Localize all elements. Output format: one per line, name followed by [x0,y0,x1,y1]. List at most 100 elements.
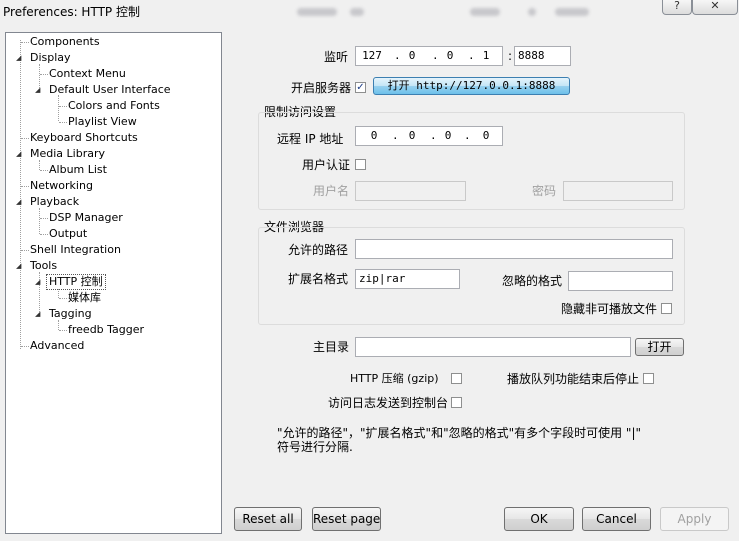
tree-item-tagging[interactable]: Tagging [49,307,92,321]
cancel-button[interactable]: Cancel [582,507,651,531]
tree-line [58,320,59,330]
tree-line [59,330,67,331]
password-label: 密码 [532,184,557,198]
ip-octet: 0 [370,129,378,142]
expand-arrow-icon[interactable]: ◢ [35,307,40,321]
enable-server-checkbox[interactable]: ✓ [355,82,366,93]
gzip-label: HTTP 压缩 (gzip) [350,372,439,385]
tree-item-display[interactable]: Display [30,51,71,65]
auth-label: 用户认证 [302,158,351,172]
listen-ip-field[interactable]: 127 . 0 . 0 . 1 [355,46,503,66]
tree-item-album-list[interactable]: Album List [49,163,107,177]
tree-item-keyboard-shortcuts[interactable]: Keyboard Shortcuts [30,131,138,145]
tree-line [40,234,48,235]
port-field[interactable]: 8888 [514,46,571,66]
ip-octet: 0 [408,129,416,142]
tree-line [40,170,48,171]
tree-item-advanced[interactable]: Advanced [30,339,84,353]
tree-item-shell-integration[interactable]: Shell Integration [30,243,121,257]
tree-item-networking[interactable]: Networking [30,179,93,193]
tree-item-output[interactable]: Output [49,227,87,241]
ip-octet: 127 [362,49,382,62]
blurred-title-region [470,8,500,16]
open-url-button[interactable]: 打开 http://127.0.0.1:8888 [373,77,570,95]
close-icon: ✕ [710,0,720,12]
enable-server-label: 开启服务器 [291,81,352,95]
allowed-paths-field[interactable] [355,239,673,259]
open-home-dir-button[interactable]: 打开 [635,338,684,356]
preferences-tree[interactable]: Components ◢ Display Context Menu ◢ Defa… [5,32,222,534]
username-field[interactable] [355,181,466,201]
title-bar: Preferences: HTTP 控制 ? ✕ [0,0,739,24]
tree-line [21,346,29,347]
listen-label: 监听 [324,50,349,64]
extensions-label: 扩展名格式 [288,272,349,286]
help-icon: ? [674,0,680,12]
ip-octet: 0 [408,49,416,62]
tree-line [58,288,59,298]
tree-item-playback[interactable]: Playback [30,195,79,209]
tree-item-colors-and-fonts[interactable]: Colors and Fonts [68,99,160,113]
reset-page-button[interactable]: Reset page [312,507,381,531]
apply-button[interactable]: Apply [660,507,729,531]
tree-line [40,218,48,219]
log-console-checkbox[interactable] [451,397,462,408]
tree-item-playlist-view[interactable]: Playlist View [68,115,137,129]
tree-item-context-menu[interactable]: Context Menu [49,67,126,81]
stop-after-queue-checkbox[interactable] [643,373,654,384]
password-field[interactable] [563,181,673,201]
stop-after-queue-label: 播放队列功能结束后停止 [507,372,640,386]
tree-item-tools[interactable]: Tools [30,259,57,273]
tree-item-dsp-manager[interactable]: DSP Manager [49,211,123,225]
tree-line [39,160,40,170]
tree-line [21,138,29,139]
expand-arrow-icon[interactable]: ◢ [16,259,21,273]
tree-item-media-library-http[interactable]: 媒体库 [68,291,101,305]
expand-arrow-icon[interactable]: ◢ [16,51,21,65]
ip-octet: 0 [444,129,452,142]
tree-item-default-user-interface[interactable]: Default User Interface [49,83,171,97]
hide-unplayable-checkbox[interactable] [661,303,672,314]
ip-dot: . [392,129,399,142]
extensions-field[interactable]: zip|rar [355,269,460,289]
expand-arrow-icon[interactable]: ◢ [16,147,21,161]
ip-octet: 1 [482,49,490,62]
tree-line [40,74,48,75]
tree-item-components[interactable]: Components [30,35,100,49]
blurred-title-region [297,8,337,16]
tree-item-freedb-tagger[interactable]: freedb Tagger [68,323,144,337]
allowed-paths-label: 允许的路径 [288,243,349,257]
expand-arrow-icon[interactable]: ◢ [16,195,21,209]
help-button[interactable]: ? [662,0,692,15]
reset-all-button[interactable]: Reset all [234,507,302,531]
ip-dot: . [464,129,471,142]
tree-item-http-control[interactable]: HTTP 控制 [46,274,106,290]
separator-hint-text: "允许的路径"，"扩展名格式"和"忽略的格式"有多个字段时可使用 "|" 符号进… [277,426,642,454]
close-button[interactable]: ✕ [692,0,738,15]
tree-line [59,122,67,123]
tree-line [21,186,29,187]
remote-ip-field[interactable]: 0 . 0 . 0 . 0 [355,126,503,146]
ok-button[interactable]: OK [504,507,574,531]
home-dir-field[interactable] [355,337,631,357]
tree-line [39,208,40,234]
auth-checkbox[interactable] [355,159,366,170]
expand-arrow-icon[interactable]: ◢ [35,275,40,289]
log-console-label: 访问日志发送到控制台 [328,396,449,410]
window-title: Preferences: HTTP 控制 [3,5,140,19]
tree-item-media-library[interactable]: Media Library [30,147,105,161]
blurred-title-region [528,8,536,16]
ignored-formats-label: 忽略的格式 [502,274,563,288]
tree-line [21,250,29,251]
username-label: 用户名 [313,184,350,198]
tree-line [59,106,67,107]
blurred-title-region [555,8,589,16]
tree-line [59,298,67,299]
port-separator: : [508,49,513,63]
expand-arrow-icon[interactable]: ◢ [35,83,40,97]
tree-line [58,95,59,121]
hide-unplayable-label: 隐藏非可播放文件 [561,302,658,316]
ip-octet: 0 [446,49,454,62]
ignored-formats-field[interactable] [568,271,673,291]
gzip-checkbox[interactable] [451,373,462,384]
